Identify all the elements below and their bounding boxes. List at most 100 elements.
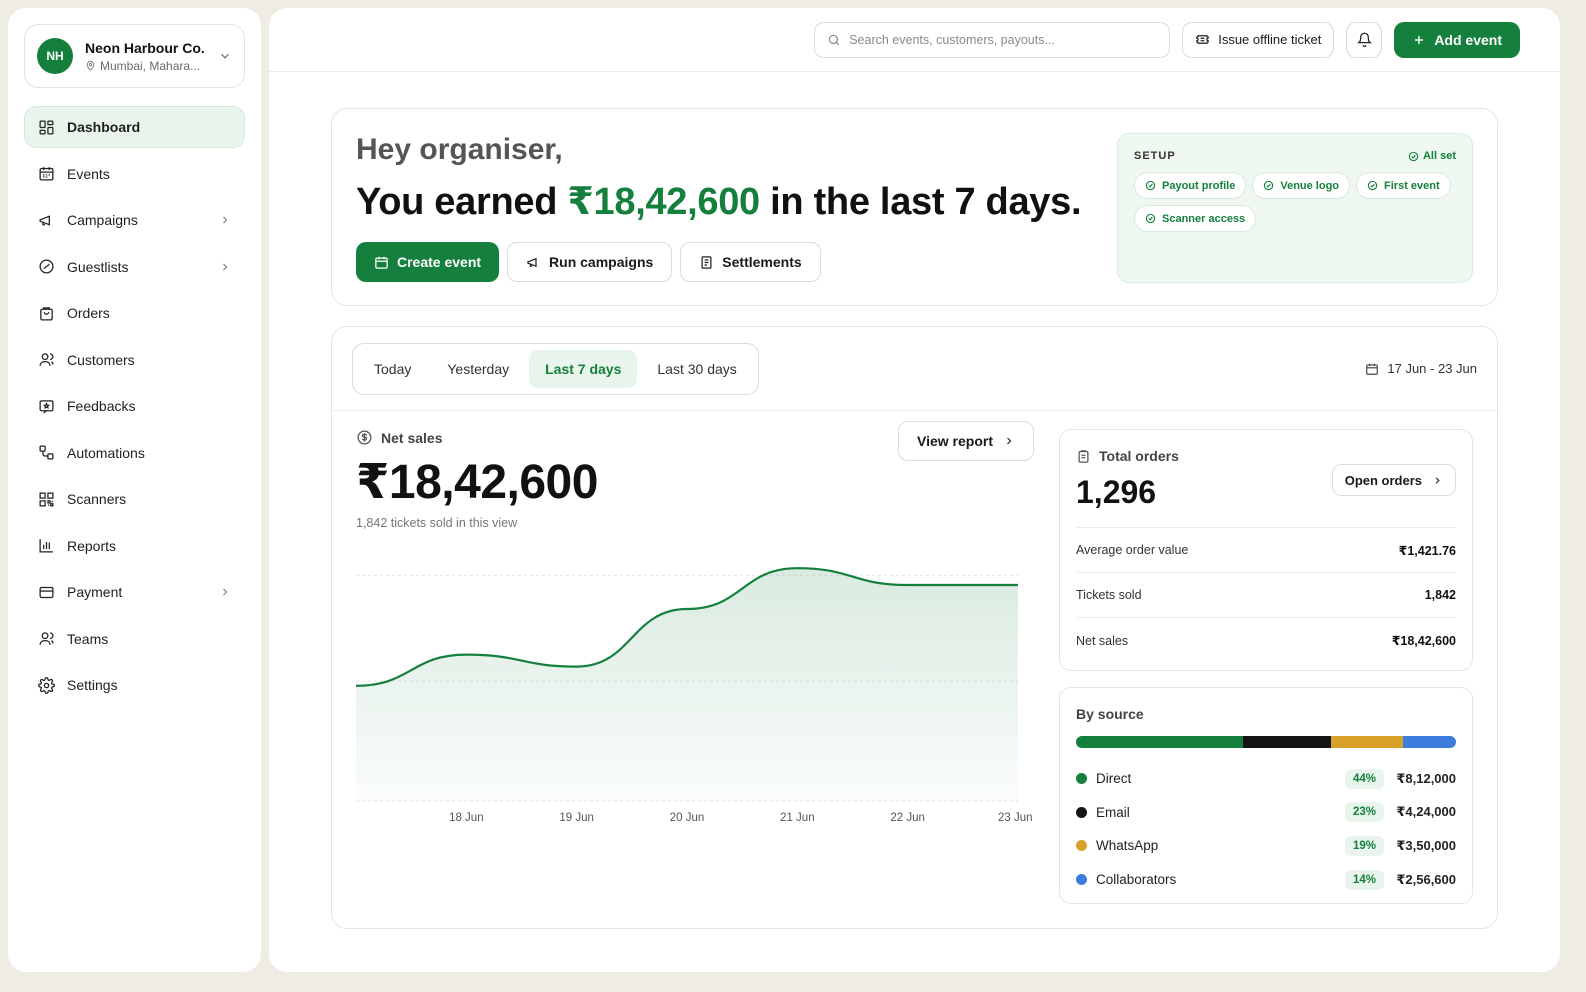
setup-chip-label: Scanner access xyxy=(1162,212,1246,225)
org-switcher[interactable]: NH Neon Harbour Co. Mumbai, Mahara... xyxy=(24,24,245,88)
search-input[interactable]: Search events, customers, payouts... xyxy=(814,21,1171,58)
sidebar-item-label: Feedbacks xyxy=(67,398,136,414)
setup-card: SETUP All set Payout profile Venue logo Fi… xyxy=(1117,133,1473,283)
sidebar-item-orders[interactable]: Orders xyxy=(24,292,245,334)
setup-chip-payout-profile[interactable]: Payout profile xyxy=(1134,172,1247,199)
org-avatar: NH xyxy=(37,38,73,74)
setup-chip-label: Venue logo xyxy=(1280,179,1340,192)
source-name: Collaborators xyxy=(1096,872,1177,888)
sidebar-item-label: Guestlists xyxy=(67,258,129,275)
setup-chip-first-event[interactable]: First event xyxy=(1356,172,1451,199)
search-placeholder: Search events, customers, payouts... xyxy=(849,32,1055,47)
setup-chip-venue-logo[interactable]: Venue logo xyxy=(1252,172,1351,199)
sidebar-item-feedbacks[interactable]: Feedbacks xyxy=(24,385,245,427)
sidebar-item-label: Campaigns xyxy=(67,212,138,228)
source-share-segment-direct xyxy=(1076,736,1244,748)
chart-x-tick-label: 19 Jun xyxy=(559,812,594,824)
sidebar-item-customers[interactable]: Customers xyxy=(24,339,245,381)
plus-icon xyxy=(1415,35,1424,44)
setup-status: All set xyxy=(1408,150,1456,162)
setup-status-text: All set xyxy=(1422,150,1456,162)
source-name: Email xyxy=(1096,804,1130,820)
source-percent-badge: 23% xyxy=(1344,802,1384,823)
view-report-button[interactable]: View report xyxy=(898,421,1034,461)
notifications-button[interactable] xyxy=(1346,21,1383,58)
sidebar-item-guestlists[interactable]: Guestlists xyxy=(24,246,245,288)
stat-label: Average order value xyxy=(1076,543,1189,557)
check-circle-icon xyxy=(1264,180,1274,191)
calendar-icon xyxy=(375,256,388,269)
sidebar-item-label: Teams xyxy=(67,630,109,647)
hero-prefix: You earned xyxy=(356,181,568,223)
source-color-dot xyxy=(1076,773,1087,785)
total-orders-label: Total orders xyxy=(1076,448,1456,464)
source-row-collaborators: Collaborators 14% ₹2,56,600 xyxy=(1076,863,1456,897)
source-row-direct: Direct 44% ₹8,12,000 xyxy=(1076,762,1456,796)
sidebar-item-label: Dashboard xyxy=(67,119,141,135)
sidebar-item-automations[interactable]: Automations xyxy=(24,432,245,474)
open-orders-button[interactable]: Open orders xyxy=(1331,464,1456,496)
sidebar-item-dashboard[interactable]: Dashboard xyxy=(24,106,245,148)
sidebar-item-label: Events xyxy=(67,165,110,182)
source-share-bar xyxy=(1076,736,1456,748)
source-list: Direct 44% ₹8,12,000 Email 23% ₹4,24,000 Whats… xyxy=(1076,762,1456,896)
credit-card-icon xyxy=(39,586,54,598)
net-sales-label-text: Net sales xyxy=(381,429,443,446)
stat-value: ₹18,42,600 xyxy=(1391,634,1456,648)
source-color-dot xyxy=(1076,874,1087,886)
source-color-dot xyxy=(1076,840,1087,852)
open-orders-label: Open orders xyxy=(1344,472,1422,488)
tab-today[interactable]: Today xyxy=(358,350,427,388)
megaphone-icon xyxy=(39,214,50,226)
add-event-button[interactable]: Add event xyxy=(1394,21,1520,58)
chart-x-tick-label: 20 Jun xyxy=(670,812,705,824)
workflow-icon xyxy=(39,445,54,460)
stat-value: 1,842 xyxy=(1424,588,1456,602)
settlements-button[interactable]: Settlements xyxy=(680,242,821,282)
sales-panel: Today Yesterday Last 7 days Last 30 days 17… xyxy=(331,326,1498,929)
run-campaigns-button[interactable]: Run campaigns xyxy=(507,242,673,282)
tab-last-7-days[interactable]: Last 7 days xyxy=(529,349,638,388)
total-orders-card: Total orders 1,296 Open orders Average o… xyxy=(1059,429,1473,671)
source-name: WhatsApp xyxy=(1096,838,1159,854)
sidebar-item-settings[interactable]: Settings xyxy=(24,664,245,706)
orders-stats: Average order value ₹1,421.76 Tickets sold… xyxy=(1076,527,1456,663)
hero-card: Hey organiser, You earned ₹18,42,600 in … xyxy=(331,108,1498,306)
tab-last-30-days[interactable]: Last 30 days xyxy=(641,350,752,388)
stat-value: ₹1,421.76 xyxy=(1398,543,1456,558)
date-range[interactable]: 17 Jun - 23 Jun xyxy=(1365,361,1477,376)
sidebar-item-label: Scanners xyxy=(67,491,127,507)
hero-amount: ₹18,42,600 xyxy=(567,181,760,223)
check-circle-icon xyxy=(1367,180,1378,191)
setup-chips: Payout profile Venue logo First event Scann… xyxy=(1134,172,1456,232)
sidebar-item-payment[interactable]: Payment xyxy=(24,571,245,613)
sidebar-item-teams[interactable]: Teams xyxy=(24,618,245,660)
sidebar-item-events[interactable]: Events xyxy=(24,153,245,195)
setup-title: SETUP xyxy=(1134,150,1176,162)
gear-icon xyxy=(38,676,55,694)
sidebar: NH Neon Harbour Co. Mumbai, Mahara... Da… xyxy=(8,8,261,972)
check-circle-icon xyxy=(1145,213,1156,224)
ticket-icon xyxy=(1196,35,1209,44)
chevron-right-icon xyxy=(1007,437,1012,445)
chevron-right-icon xyxy=(223,588,228,596)
receipt-icon xyxy=(701,255,712,269)
bell-icon xyxy=(1356,32,1372,47)
qr-code-icon xyxy=(39,491,54,507)
view-report-label: View report xyxy=(917,433,993,449)
sidebar-item-label: Payment xyxy=(67,584,123,600)
setup-chip-scanner-access[interactable]: Scanner access xyxy=(1134,205,1257,232)
org-location-text: Mumbai, Mahara... xyxy=(100,58,201,73)
sidebar-item-scanners[interactable]: Scanners xyxy=(24,478,245,520)
sidebar-item-campaigns[interactable]: Campaigns xyxy=(24,199,245,241)
topbar: Search events, customers, payouts... Iss… xyxy=(269,8,1560,72)
tab-yesterday[interactable]: Yesterday xyxy=(431,350,525,388)
run-campaigns-label: Run campaigns xyxy=(549,254,654,270)
issue-offline-ticket-button[interactable]: Issue offline ticket xyxy=(1182,21,1335,58)
source-amount: ₹4,24,000 xyxy=(1396,804,1456,820)
source-percent-badge: 44% xyxy=(1344,768,1384,789)
stat-label: Tickets sold xyxy=(1076,588,1142,602)
net-sales-subtext: 1,842 tickets sold in this view xyxy=(356,516,518,530)
sidebar-item-reports[interactable]: Reports xyxy=(24,525,245,567)
create-event-button[interactable]: Create event xyxy=(356,242,500,282)
